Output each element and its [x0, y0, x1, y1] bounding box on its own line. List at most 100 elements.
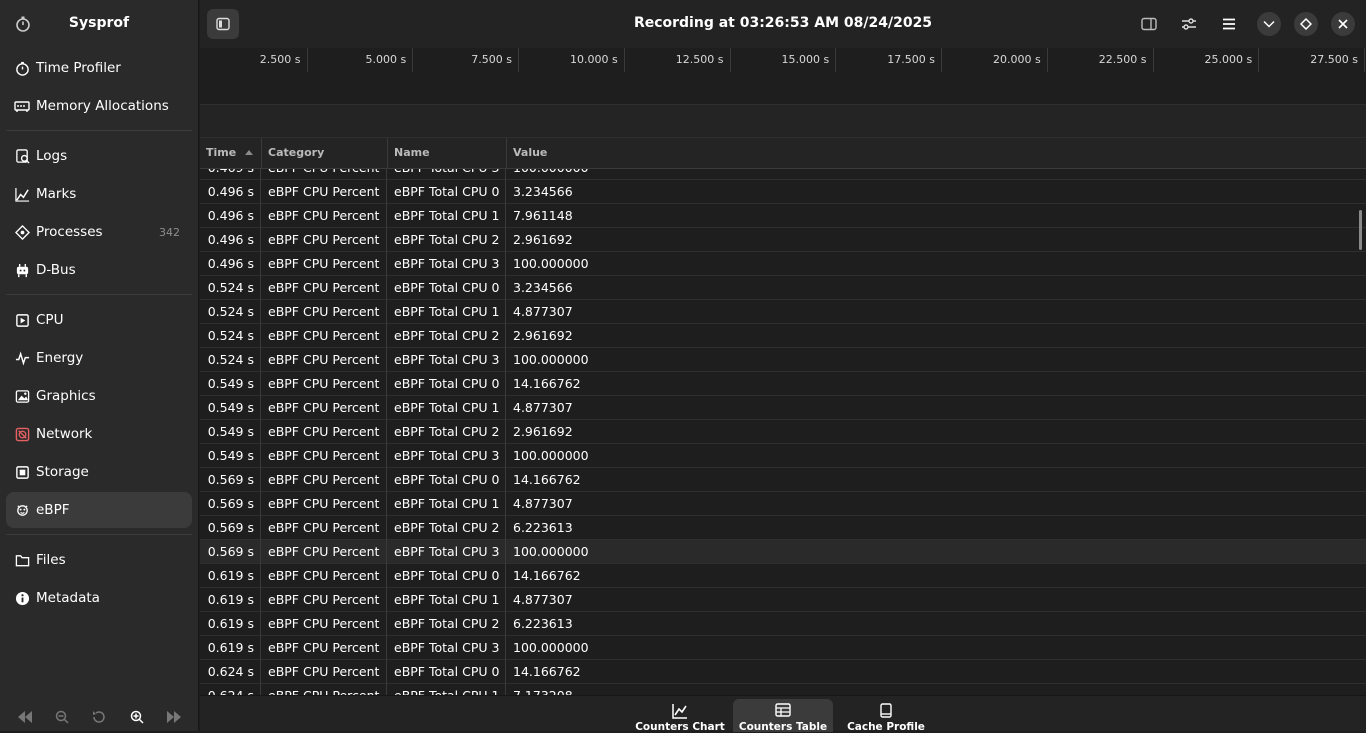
- sidebar-separator: [6, 130, 192, 131]
- sidebar-group: Logs Marks Processes 342 D-Bus: [0, 138, 198, 288]
- graphics-icon: [14, 388, 30, 404]
- cell-value: 100.000000: [513, 256, 589, 271]
- chevron-down-icon: [1263, 20, 1275, 28]
- table-row[interactable]: 0.524 s eBPF CPU Percent eBPF Total CPU 0 3…: [200, 276, 1366, 300]
- hamburger-menu-icon: [1223, 18, 1235, 30]
- seek-forward-icon[interactable]: [164, 707, 184, 727]
- tab-counters-chart[interactable]: Counters Chart: [630, 699, 730, 733]
- cell-time: 0.496 s: [200, 228, 261, 252]
- cell-name: eBPF Total CPU 3: [388, 252, 506, 276]
- sidebar-item-label: Metadata: [36, 590, 100, 606]
- cell-value: 2.961692: [513, 424, 573, 439]
- sidebar-group: CPU Energy Graphics Network Storage eBPF: [0, 302, 198, 528]
- cell-value: 4.877307: [513, 400, 573, 415]
- table-scrollbar[interactable]: [1359, 210, 1362, 250]
- time-ruler[interactable]: 2.500 s 5.000 s 7.500 s 10.000 s 12.500 s 15.…: [200, 48, 1366, 73]
- table-row[interactable]: 0.496 s eBPF CPU Percent eBPF Total CPU 0 3…: [200, 180, 1366, 204]
- settings-button[interactable]: [1173, 9, 1205, 39]
- column-header-category[interactable]: Category: [262, 138, 388, 168]
- sidebar-item-memory-allocations[interactable]: Memory Allocations: [6, 88, 192, 124]
- cell-time: 0.619 s: [200, 588, 261, 612]
- sidebar-group: Time Profiler Memory Allocations: [0, 50, 198, 124]
- files-icon: [14, 552, 30, 568]
- cell-time: 0.619 s: [200, 612, 261, 636]
- cell-value: 100.000000: [513, 544, 589, 559]
- table-row[interactable]: 0.496 s eBPF CPU Percent eBPF Total CPU 1 7…: [200, 204, 1366, 228]
- table-row[interactable]: 0.569 s eBPF CPU Percent eBPF Total CPU 2 6…: [200, 516, 1366, 540]
- close-button[interactable]: [1331, 12, 1355, 36]
- tab-label: Counters Table: [738, 721, 828, 733]
- ruler-tick: [729, 48, 731, 72]
- main-menu-button[interactable]: [1213, 9, 1245, 39]
- sidebar-item-energy[interactable]: Energy: [6, 340, 192, 376]
- timeline-selection-track[interactable]: [200, 105, 1366, 138]
- sidebar-item-marks[interactable]: Marks: [6, 176, 192, 212]
- cell-name: eBPF Total CPU 1: [388, 204, 506, 228]
- sidebar-item-ebpf[interactable]: eBPF: [6, 492, 192, 528]
- cell-category: eBPF CPU Percent: [262, 540, 387, 564]
- table-row[interactable]: 0.524 s eBPF CPU Percent eBPF Total CPU 2 2…: [200, 324, 1366, 348]
- table-body: 0.469 seBPF CPU PercenteBPF Total CPU 31…: [200, 156, 1366, 695]
- table-row[interactable]: 0.619 s eBPF CPU Percent eBPF Total CPU 2 6…: [200, 612, 1366, 636]
- sidebar-item-files[interactable]: Files: [6, 542, 192, 578]
- column-header-time[interactable]: Time: [200, 138, 262, 168]
- table-row[interactable]: 0.549 s eBPF CPU Percent eBPF Total CPU 2 2…: [200, 420, 1366, 444]
- table-row[interactable]: 0.549 s eBPF CPU Percent eBPF Total CPU 1 4…: [200, 396, 1366, 420]
- minimize-button[interactable]: [1257, 12, 1281, 36]
- table-row[interactable]: 0.496 s eBPF CPU Percent eBPF Total CPU 2 2…: [200, 228, 1366, 252]
- table-row[interactable]: 0.619 s eBPF CPU Percent eBPF Total CPU 1 4…: [200, 588, 1366, 612]
- zoom-reset-icon[interactable]: [89, 707, 109, 727]
- sidebar-item-network[interactable]: Network: [6, 416, 192, 452]
- tab-counters-table[interactable]: Counters Table: [733, 699, 833, 733]
- table-row[interactable]: 0.549 s eBPF CPU Percent eBPF Total CPU 3 1…: [200, 444, 1366, 468]
- toggle-details-button[interactable]: [1133, 9, 1165, 39]
- table-row[interactable]: 0.549 s eBPF CPU Percent eBPF Total CPU 0 1…: [200, 372, 1366, 396]
- sidebar-item-cpu[interactable]: CPU: [6, 302, 192, 338]
- sidebar-item-d-bus[interactable]: D-Bus: [6, 252, 192, 288]
- table-row[interactable]: 0.619 s eBPF CPU Percent eBPF Total CPU 0 1…: [200, 564, 1366, 588]
- table-row[interactable]: 0.569 s eBPF CPU Percent eBPF Total CPU 3 1…: [200, 540, 1366, 564]
- zoom-in-icon[interactable]: [127, 707, 147, 727]
- table-row[interactable]: 0.524 s eBPF CPU Percent eBPF Total CPU 1 4…: [200, 300, 1366, 324]
- sidebar-item-processes[interactable]: Processes 342: [6, 214, 192, 250]
- cell-time: 0.524 s: [200, 300, 261, 324]
- sidebar-item-time-profiler[interactable]: Time Profiler: [6, 50, 192, 86]
- tab-cache-profile[interactable]: Cache Profile: [836, 699, 936, 733]
- dbus-icon: [14, 262, 30, 278]
- seek-backward-icon[interactable]: [15, 707, 35, 727]
- ruler-tick-label: 12.500 s: [675, 53, 724, 66]
- table-row[interactable]: 0.569 s eBPF CPU Percent eBPF Total CPU 1 4…: [200, 492, 1366, 516]
- column-header-value[interactable]: Value: [507, 138, 1366, 168]
- column-header-name[interactable]: Name: [388, 138, 507, 168]
- cell-category: eBPF CPU Percent: [262, 660, 387, 684]
- sidebar-item-logs[interactable]: Logs: [6, 138, 192, 174]
- table-row[interactable]: 0.569 s eBPF CPU Percent eBPF Total CPU 0 1…: [200, 468, 1366, 492]
- sidebar-item-metadata[interactable]: Metadata: [6, 580, 192, 616]
- ruler-tick: [412, 48, 414, 72]
- tab-label: Cache Profile: [847, 721, 925, 733]
- cell-name: eBPF Total CPU 0: [388, 276, 506, 300]
- sidebar-item-storage[interactable]: Storage: [6, 454, 192, 490]
- sidebar-item-graphics[interactable]: Graphics: [6, 378, 192, 414]
- sidebar-header: Sysprof: [0, 0, 198, 48]
- cell-category: eBPF CPU Percent: [262, 180, 387, 204]
- sidebar-item-label: Memory Allocations: [36, 98, 169, 114]
- ruler-tick: [835, 48, 837, 72]
- timeline-track[interactable]: [200, 73, 1366, 105]
- cell-category: eBPF CPU Percent: [262, 684, 387, 695]
- cell-category: eBPF CPU Percent: [262, 636, 387, 660]
- maximize-button[interactable]: [1294, 12, 1318, 36]
- ruler-tick-label: 27.500 s: [1310, 53, 1358, 66]
- table-row[interactable]: 0.624 seBPF CPU PercenteBPF Total CPU 17…: [200, 684, 1366, 695]
- cell-name: eBPF Total CPU 0: [388, 468, 506, 492]
- table-row[interactable]: 0.619 s eBPF CPU Percent eBPF Total CPU 3 1…: [200, 636, 1366, 660]
- table-row[interactable]: 0.624 s eBPF CPU Percent eBPF Total CPU 0 1…: [200, 660, 1366, 684]
- ruler-tick-label: 10.000 s: [570, 53, 618, 66]
- cell-name: eBPF Total CPU 2: [388, 516, 506, 540]
- cell-name: eBPF Total CPU 0: [388, 180, 506, 204]
- zoom-out-icon[interactable]: [52, 707, 72, 727]
- table-row[interactable]: 0.524 s eBPF CPU Percent eBPF Total CPU 3 1…: [200, 348, 1366, 372]
- table-row[interactable]: 0.496 s eBPF CPU Percent eBPF Total CPU 3 1…: [200, 252, 1366, 276]
- cell-name: eBPF Total CPU 0: [388, 660, 506, 684]
- ruler-tick-label: 17.500 s: [887, 53, 935, 66]
